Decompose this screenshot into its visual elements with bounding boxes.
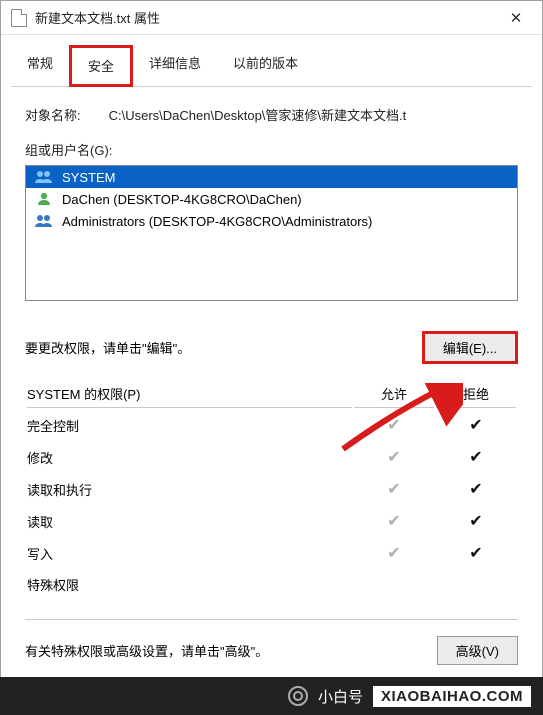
edit-hint: 要更改权限，请单击"编辑"。 (25, 338, 190, 357)
permission-name: 完全控制 (27, 410, 352, 440)
brand-domain: XIAOBAIHAO.COM (373, 686, 531, 707)
allow-header: 允许 (354, 380, 434, 408)
tab-general[interactable]: 常规 (11, 45, 69, 87)
file-icon (11, 9, 27, 27)
permission-row: 修改 ✔ ✔ (27, 442, 516, 472)
edit-button[interactable]: 编辑(E)... (422, 331, 518, 364)
permissions-table: SYSTEM 的权限(P) 允许 拒绝 完全控制 ✔ ✔ 修改 ✔ ✔ 读取和执行 ✔ ✔ 读取 ✔… (25, 378, 518, 601)
permission-row: 完全控制 ✔ ✔ (27, 410, 516, 440)
user-name: Administrators (DESKTOP-4KG8CRO\Administ… (62, 214, 372, 229)
allow-cell: ✔ (354, 410, 434, 440)
check-icon: ✔ (387, 513, 400, 530)
check-icon: ✔ (387, 545, 400, 562)
tabstrip: 常规 安全 详细信息 以前的版本 (1, 35, 542, 87)
tab-details[interactable]: 详细信息 (133, 45, 217, 87)
user-icon (34, 191, 54, 207)
close-icon[interactable]: ✕ (496, 4, 536, 32)
list-item[interactable]: Administrators (DESKTOP-4KG8CRO\Administ… (26, 210, 517, 232)
brand-logo-icon (288, 686, 308, 706)
allow-cell: ✔ (354, 506, 434, 536)
security-panel: 对象名称: C:\Users\DaChen\Desktop\管家速修\新建文本文… (1, 87, 542, 679)
permission-name: 读取和执行 (27, 474, 352, 504)
advanced-button[interactable]: 高级(V) (437, 636, 518, 665)
user-listbox[interactable]: SYSTEM DaChen (DESKTOP-4KG8CRO\DaChen) Adm… (25, 165, 518, 301)
deny-cell: ✔ (436, 506, 516, 536)
check-icon: ✔ (387, 481, 400, 498)
deny-header: 拒绝 (436, 380, 516, 408)
brand-bar: 小白号 XIAOBAIHAO.COM (0, 677, 543, 715)
advanced-hint: 有关特殊权限或高级设置，请单击"高级"。 (25, 641, 268, 660)
properties-window: 新建文本文档.txt 属性 ✕ 常规 安全 详细信息 以前的版本 对象名称: C… (0, 0, 543, 715)
allow-cell: ✔ (354, 538, 434, 568)
titlebar: 新建文本文档.txt 属性 ✕ (1, 1, 542, 35)
check-icon: ✔ (469, 417, 482, 434)
groups-label: 组或用户名(G): (25, 140, 518, 159)
check-icon: ✔ (469, 481, 482, 498)
list-item[interactable]: SYSTEM (26, 166, 517, 188)
permission-name: 读取 (27, 506, 352, 536)
tab-security[interactable]: 安全 (69, 45, 133, 87)
allow-cell (354, 570, 434, 599)
deny-cell: ✔ (436, 474, 516, 504)
check-icon: ✔ (387, 449, 400, 466)
allow-cell: ✔ (354, 442, 434, 472)
check-icon: ✔ (469, 449, 482, 466)
permission-row: 读取和执行 ✔ ✔ (27, 474, 516, 504)
user-name: SYSTEM (62, 170, 115, 185)
check-icon: ✔ (469, 545, 482, 562)
brand-name: 小白号 (318, 686, 363, 707)
user-name: DaChen (DESKTOP-4KG8CRO\DaChen) (62, 192, 302, 207)
check-icon: ✔ (387, 417, 400, 434)
tab-previous-versions[interactable]: 以前的版本 (217, 45, 314, 87)
object-name-value: C:\Users\DaChen\Desktop\管家速修\新建文本文档.t (109, 105, 518, 124)
check-icon: ✔ (469, 513, 482, 530)
permission-row: 特殊权限 (27, 570, 516, 599)
deny-cell (436, 570, 516, 599)
object-name-label: 对象名称: (25, 105, 81, 124)
permission-name: 特殊权限 (27, 570, 352, 599)
permission-name: 修改 (27, 442, 352, 472)
permission-name: 写入 (27, 538, 352, 568)
group-icon (34, 169, 54, 185)
list-item[interactable]: DaChen (DESKTOP-4KG8CRO\DaChen) (26, 188, 517, 210)
deny-cell: ✔ (436, 442, 516, 472)
window-title: 新建文本文档.txt 属性 (35, 8, 496, 27)
deny-cell: ✔ (436, 410, 516, 440)
permission-row: 写入 ✔ ✔ (27, 538, 516, 568)
deny-cell: ✔ (436, 538, 516, 568)
permissions-header: SYSTEM 的权限(P) (27, 380, 352, 408)
allow-cell: ✔ (354, 474, 434, 504)
permission-row: 读取 ✔ ✔ (27, 506, 516, 536)
group-icon (34, 213, 54, 229)
